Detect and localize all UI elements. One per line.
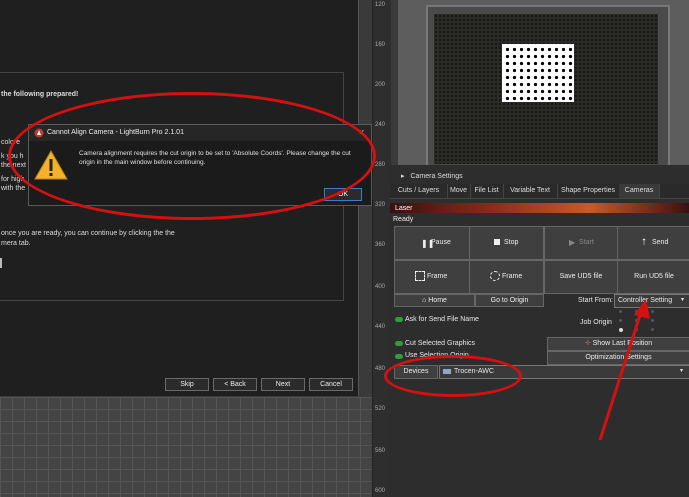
frame-label: Frame — [502, 273, 523, 280]
start-button[interactable]: ▶ Start — [544, 226, 618, 260]
go-to-origin-button[interactable]: Go to Origin — [475, 294, 544, 307]
ruler-tick: 120 — [375, 2, 386, 8]
cancel-button[interactable]: Cancel — [309, 378, 353, 391]
calibration-target — [502, 44, 574, 102]
send-label: Send — [652, 239, 669, 246]
laser-status: Ready — [393, 216, 414, 223]
camera-settings-label: Camera Settings — [410, 173, 463, 180]
chevron-down-icon: ▾ — [681, 297, 685, 303]
back-button[interactable]: < Back — [213, 378, 257, 391]
skip-button[interactable]: Skip — [165, 378, 209, 391]
annotation-arrow — [598, 299, 650, 441]
camera-settings-toggle[interactable]: ▸ Camera Settings — [401, 172, 463, 180]
stop-icon — [494, 239, 500, 245]
start-label: Start — [579, 239, 594, 246]
wizard-ready-text: once you are ready, you can continue by … — [1, 230, 175, 237]
ruler-tick: 200 — [375, 82, 386, 88]
panel-tabs: Cuts / Layers Move File List Variable Te… — [390, 184, 689, 199]
chevron-right-icon: ▸ — [401, 173, 405, 180]
ruler-tick: 280 — [375, 162, 386, 168]
play-icon: ▶ — [569, 238, 576, 247]
tab-variable-text[interactable]: Variable Text — [503, 184, 558, 198]
cut-selected-label: Cut Selected Graphics — [405, 340, 476, 347]
tab-shape-properties[interactable]: Shape Properties — [557, 184, 620, 198]
camera-preview — [398, 0, 689, 169]
tab-move[interactable]: Move — [447, 184, 471, 198]
ask-send-toggle[interactable] — [395, 317, 403, 322]
home-label: Home — [428, 297, 447, 304]
vertical-ruler: 120 160 200 240 280 320 360 400 440 480 … — [372, 0, 391, 497]
save-ud5-button[interactable]: Save UD5 file — [544, 260, 618, 294]
laser-header-bar — [390, 203, 689, 213]
wizard-heading: the following prepared! — [1, 91, 79, 98]
ruler-tick: 440 — [375, 324, 386, 330]
frame-button[interactable]: Frame — [394, 260, 470, 294]
ruler-tick: 560 — [375, 448, 386, 454]
stop-label: Stop — [504, 239, 519, 246]
annotation-oval — [384, 355, 522, 397]
ruler-tick: 400 — [375, 284, 386, 290]
send-button[interactable]: ⭡ Send — [617, 226, 689, 260]
home-icon: ⌂ — [422, 297, 427, 304]
home-button[interactable]: ⌂ Home — [394, 294, 475, 307]
next-button[interactable]: Next — [261, 378, 305, 391]
chevron-down-icon: ▾ — [680, 368, 684, 374]
annotation-oval — [8, 92, 376, 220]
ruler-tick: 480 — [375, 366, 386, 372]
ruler-tick: 600 — [375, 488, 386, 494]
ask-send-label: Ask for Send File Name — [405, 316, 479, 323]
ruler-tick: 360 — [375, 242, 386, 248]
laser-title: Laser — [395, 205, 413, 212]
ruler-tick: 240 — [375, 122, 386, 128]
pause-label: Pause — [431, 239, 451, 246]
use-selection-toggle[interactable] — [395, 354, 403, 359]
run-ud5-button[interactable]: Run UD5 file — [617, 260, 689, 294]
frame-circle-icon — [490, 271, 500, 281]
arrow-up-icon: ⭡ — [642, 237, 647, 247]
wizard-ready-text: mera tab. — [1, 240, 31, 247]
ruler-tick: 320 — [375, 202, 386, 208]
ruler-tick: 520 — [375, 406, 386, 412]
ruler-tick: 160 — [375, 42, 386, 48]
frame-circle-button[interactable]: Frame — [469, 260, 544, 294]
tab-cuts-layers[interactable]: Cuts / Layers — [390, 184, 448, 198]
design-canvas[interactable] — [0, 397, 380, 497]
cut-selected-toggle[interactable] — [395, 341, 403, 346]
tab-cameras[interactable]: Cameras — [619, 184, 660, 198]
wizard-text-fragment: with the — [1, 185, 26, 192]
frame-label: Frame — [427, 273, 448, 280]
stop-button[interactable]: Stop — [469, 226, 544, 260]
frame-icon — [415, 271, 425, 281]
tab-file-list[interactable]: File List — [470, 184, 504, 198]
pause-button[interactable]: ❚❚ Pause — [394, 226, 470, 260]
wizard-marker — [0, 258, 2, 268]
